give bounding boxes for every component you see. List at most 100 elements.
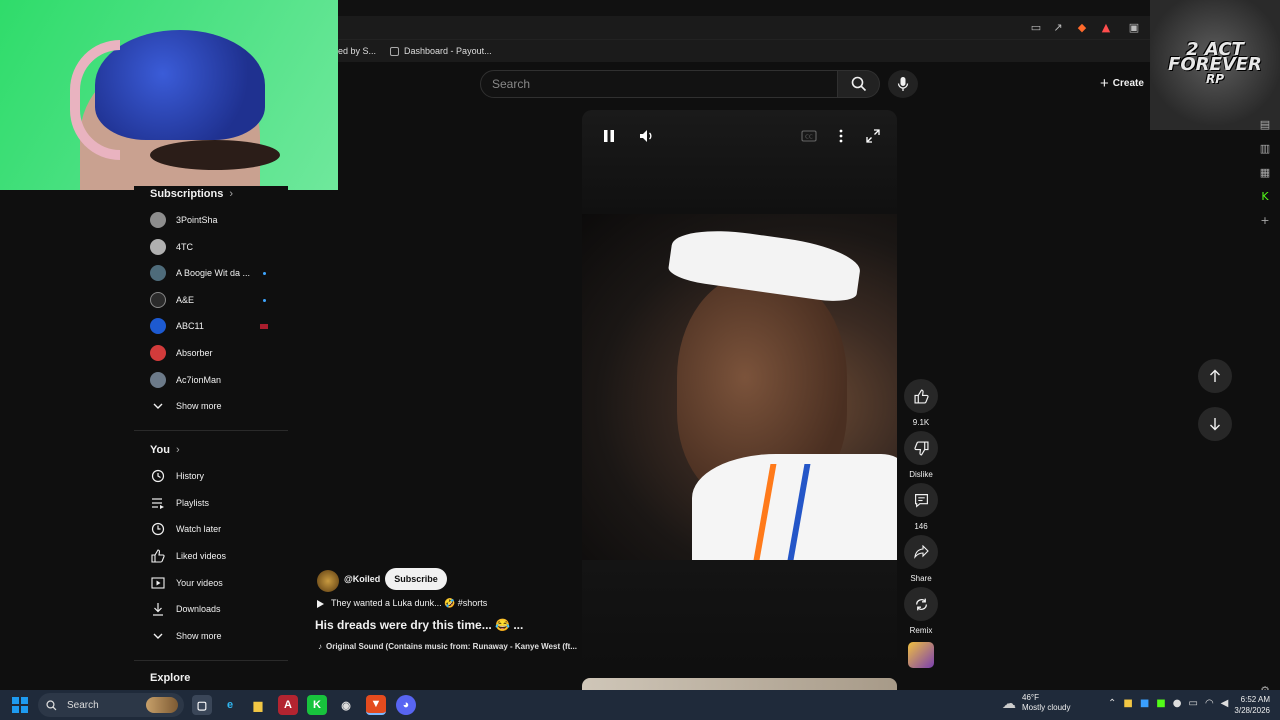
sidebar-item-label: Downloads xyxy=(176,604,221,614)
history-icon xyxy=(150,468,166,484)
sidebar-divider xyxy=(134,660,288,661)
create-button[interactable]: + Create xyxy=(1100,73,1150,93)
next-short-button[interactable] xyxy=(1198,407,1232,441)
volume-button[interactable] xyxy=(637,126,657,146)
search-highlight-image xyxy=(146,697,178,713)
tray-app-icon[interactable]: ■ xyxy=(1156,698,1165,709)
show-more-subscriptions[interactable]: Show more xyxy=(150,393,286,419)
svg-text:CC: CC xyxy=(805,135,813,141)
like-button[interactable] xyxy=(904,379,938,413)
sidebar-item-liked-videos[interactable]: Liked videos xyxy=(150,543,286,569)
channel-avatar[interactable] xyxy=(317,570,339,592)
comments-action[interactable]: 146 xyxy=(904,483,938,531)
sidebar-item-a-and-e[interactable]: A&E xyxy=(150,287,286,313)
explore-title-label: Explore xyxy=(150,672,191,684)
sidebar-item-watch-later[interactable]: Watch later xyxy=(150,516,286,542)
kick-app-icon[interactable]: K xyxy=(307,695,327,715)
fullscreen-button[interactable] xyxy=(863,126,883,146)
app-icon-a[interactable]: A xyxy=(278,695,298,715)
taskbar-search-label: Search xyxy=(67,699,99,711)
window-icon[interactable]: ▣ xyxy=(1127,21,1141,35)
brave-browser-icon[interactable]: ▼ xyxy=(366,695,386,715)
remix-button[interactable] xyxy=(904,587,938,621)
subscribe-button[interactable]: Subscribe xyxy=(385,568,447,590)
next-short-preview[interactable] xyxy=(582,678,897,690)
like-action[interactable]: 9.1K xyxy=(904,379,938,427)
search-icon xyxy=(46,699,57,710)
weather-temp: 46°F xyxy=(1022,693,1039,702)
bookmark-panel-icon[interactable]: ▤ xyxy=(1258,118,1272,132)
share-page-icon[interactable]: ↗ xyxy=(1051,21,1065,35)
video-frame[interactable] xyxy=(582,214,897,564)
previous-short-button[interactable] xyxy=(1198,359,1232,393)
cast-icon[interactable]: ▭ xyxy=(1029,21,1043,35)
pause-button[interactable] xyxy=(599,126,619,146)
share-action[interactable]: Share xyxy=(904,535,938,583)
comments-button[interactable] xyxy=(904,483,938,517)
sidebar-item-ac7ionman[interactable]: Ac7ionMan xyxy=(150,367,286,393)
comment-count: 146 xyxy=(914,522,928,531)
captions-button[interactable]: CC xyxy=(799,126,819,146)
bookmark-label: Dashboard - Payout... xyxy=(404,46,492,56)
sidebar-item-a-boogie[interactable]: A Boogie Wit da ... xyxy=(150,260,286,286)
sidebar-item-label: History xyxy=(176,471,205,481)
microphone-icon[interactable]: ● xyxy=(1173,698,1182,709)
subscriptions-title[interactable]: Subscriptions › xyxy=(150,188,233,200)
start-button[interactable] xyxy=(12,697,28,713)
reading-list-icon[interactable]: ▥ xyxy=(1258,142,1272,156)
sound-thumbnail[interactable] xyxy=(908,642,934,668)
chevron-up-icon[interactable]: ⌃ xyxy=(1108,698,1116,709)
dislike-button[interactable] xyxy=(904,431,938,465)
shorts-player[interactable]: CC xyxy=(582,110,897,666)
edge-icon[interactable]: e xyxy=(220,695,240,715)
search-button[interactable] xyxy=(838,70,880,98)
brave-shield-icon[interactable]: ◆ xyxy=(1075,21,1089,35)
new-content-dot xyxy=(263,271,266,275)
obs-icon[interactable]: ◉ xyxy=(336,695,356,715)
expand-icon xyxy=(866,129,880,143)
network-icon[interactable]: ▭ xyxy=(1188,698,1197,709)
sidebar-item-3pointsha[interactable]: 3PointSha xyxy=(150,207,286,233)
playlist-link[interactable]: They wanted a Luka dunk... 🤣 #shorts xyxy=(316,598,487,609)
sidebar-item-absorber[interactable]: Absorber xyxy=(150,340,286,366)
bookmark-item[interactable]: Dashboard - Payout... xyxy=(390,46,492,56)
subscriptions-title-label: Subscriptions xyxy=(150,188,224,200)
share-icon xyxy=(913,545,929,559)
tray-app-icon[interactable]: ■ xyxy=(1140,698,1149,709)
share-button[interactable] xyxy=(904,535,938,569)
discord-icon[interactable]: ◕ xyxy=(396,695,416,715)
dislike-action[interactable]: Dislike xyxy=(904,431,938,479)
channel-handle[interactable]: @Koiled xyxy=(344,574,380,584)
notes-icon[interactable]: ▦ xyxy=(1258,166,1272,180)
kick-icon[interactable]: K xyxy=(1258,190,1272,204)
bookmark-item[interactable]: ed by S... xyxy=(338,46,376,56)
sidebar-item-4tc[interactable]: 4TC xyxy=(150,234,286,260)
playlist-text: They wanted a Luka dunk... 🤣 #shorts xyxy=(331,598,488,608)
show-more-you[interactable]: Show more xyxy=(150,623,286,649)
more-options-button[interactable] xyxy=(831,126,851,146)
sidebar-item-label: Your videos xyxy=(176,578,223,588)
sound-link[interactable]: ♪ Original Sound (Contains music from: R… xyxy=(318,642,577,651)
add-panel-icon[interactable]: + xyxy=(1258,214,1272,228)
rewards-icon[interactable]: ▲ xyxy=(1099,21,1113,35)
avatar xyxy=(150,292,166,308)
you-title[interactable]: You › xyxy=(150,444,180,456)
tray-app-icon[interactable]: ■ xyxy=(1123,698,1132,709)
sidebar-item-downloads[interactable]: Downloads xyxy=(150,596,286,622)
wifi-icon[interactable]: ◠ xyxy=(1205,698,1214,709)
task-view-icon[interactable]: ▢ xyxy=(192,695,212,715)
remix-action[interactable]: Remix xyxy=(904,587,938,635)
sidebar-item-your-videos[interactable]: Your videos xyxy=(150,570,286,596)
sidebar-item-abc11[interactable]: ABC11 xyxy=(150,313,286,339)
file-explorer-icon[interactable]: ▆ xyxy=(248,695,268,715)
voice-search-button[interactable] xyxy=(888,70,918,98)
short-title[interactable]: His dreads were dry this time... 😂 ... xyxy=(315,618,523,632)
taskbar-clock[interactable]: 6:52 AM 3/28/2026 xyxy=(1228,694,1270,716)
bookmark-page-icon xyxy=(390,46,400,56)
chevron-down-icon xyxy=(150,628,166,644)
search-input[interactable]: Search xyxy=(480,70,838,98)
sidebar-item-history[interactable]: History xyxy=(150,463,286,489)
taskbar-search[interactable]: Search xyxy=(38,693,184,717)
weather-widget[interactable]: ☁ 46°F Mostly cloudy xyxy=(1002,693,1070,713)
sidebar-item-playlists[interactable]: Playlists xyxy=(150,490,286,516)
